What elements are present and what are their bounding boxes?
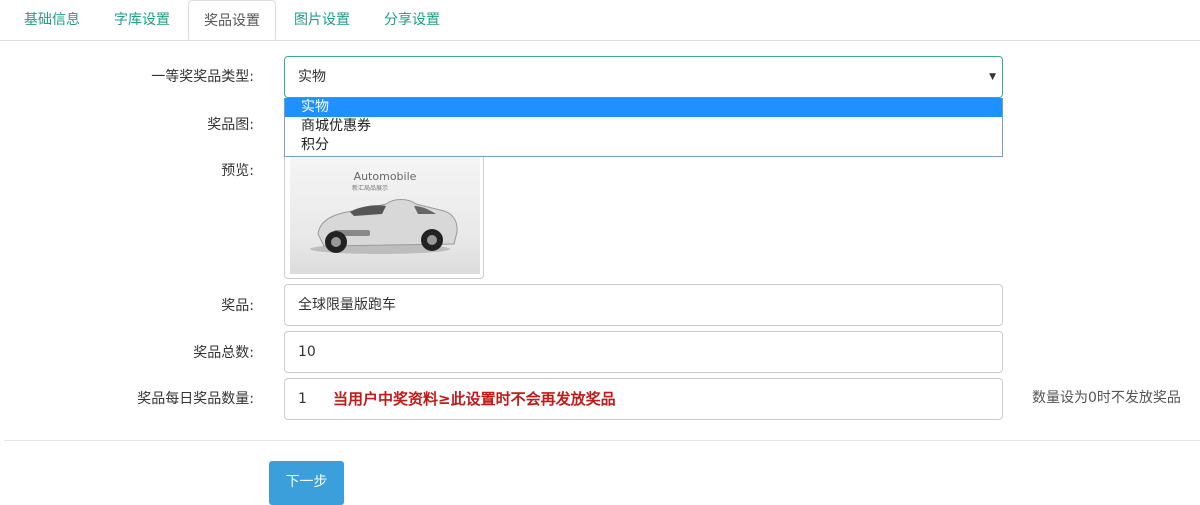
- tab-bar: 基础信息 字库设置 奖品设置 图片设置 分享设置: [0, 0, 1200, 41]
- daily-prize-input[interactable]: 1 当用户中奖资料≥此设置时不会再发放奖品: [284, 378, 1003, 420]
- tab-share-settings[interactable]: 分享设置: [370, 0, 454, 40]
- prize-total-input[interactable]: 10: [284, 331, 1003, 373]
- next-step-button[interactable]: 下一步: [269, 461, 344, 505]
- prize-name-input[interactable]: 全球限量版跑车: [284, 284, 1003, 326]
- daily-prize-value: 1: [298, 391, 307, 407]
- daily-prize-help-text: 数量设为0时不发放奖品: [1032, 390, 1181, 406]
- prize-total-value: 10: [298, 344, 316, 360]
- car-preview-image: Automobile 新汇局品展示: [290, 148, 480, 274]
- tab-image-settings[interactable]: 图片设置: [280, 0, 364, 40]
- sports-car-icon: [310, 199, 458, 254]
- prize-type-select[interactable]: 实物 ▼: [284, 56, 1003, 98]
- prize-type-dropdown-list: 实物 商城优惠券 积分: [284, 98, 1003, 157]
- option-mall-coupon[interactable]: 商城优惠券: [285, 117, 1002, 136]
- option-physical[interactable]: 实物: [285, 98, 1002, 117]
- tab-basic-info[interactable]: 基础信息: [10, 0, 94, 40]
- tab-font-settings[interactable]: 字库设置: [100, 0, 184, 40]
- prize-total-label: 奖品总数:: [193, 345, 254, 361]
- preview-frame: Automobile 新汇局品展示: [284, 148, 484, 279]
- prize-type-selected-value: 实物: [298, 69, 326, 85]
- divider: [4, 440, 1200, 441]
- dropdown-arrow-icon: ▼: [989, 72, 996, 82]
- prize-type-label: 一等奖奖品类型:: [151, 69, 254, 85]
- prize-image-label: 奖品图:: [207, 117, 254, 133]
- option-points[interactable]: 积分: [285, 136, 1002, 155]
- prize-name-value: 全球限量版跑车: [298, 297, 396, 313]
- tab-prize-settings[interactable]: 奖品设置: [188, 0, 276, 40]
- daily-prize-warning: 当用户中奖资料≥此设置时不会再发放奖品: [333, 390, 616, 408]
- prize-label: 奖品:: [221, 298, 254, 314]
- daily-prize-label: 奖品每日奖品数量:: [137, 391, 254, 407]
- preview-label: 预览:: [221, 163, 254, 179]
